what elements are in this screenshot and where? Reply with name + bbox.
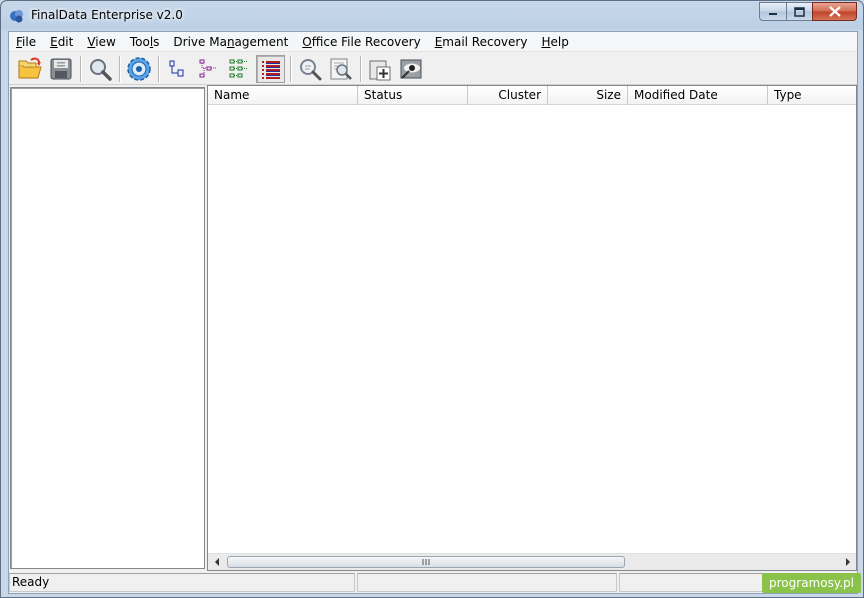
search-file-icon xyxy=(299,58,321,80)
open-folder-icon xyxy=(18,57,42,78)
column-header-modified-date[interactable]: Modified Date xyxy=(628,86,768,105)
column-header-type[interactable]: Type xyxy=(768,86,856,105)
chevron-right-icon xyxy=(845,558,850,566)
find-icon xyxy=(89,58,112,81)
list-header: Name Status Cluster Size Modified Date T… xyxy=(208,86,856,105)
menu-edit[interactable]: Edit xyxy=(43,33,80,51)
preview-icon xyxy=(400,59,421,79)
status-bar: Ready xyxy=(9,572,857,593)
settings-button[interactable] xyxy=(124,55,153,83)
toolbar-separator xyxy=(80,55,82,82)
menu-office-file-recovery[interactable]: Office File Recovery xyxy=(295,33,427,51)
toolbar xyxy=(9,53,857,85)
add-drive-button[interactable] xyxy=(365,55,394,83)
column-header-size[interactable]: Size xyxy=(548,86,628,105)
view-tree-large-button[interactable] xyxy=(225,55,254,83)
view-details-icon xyxy=(261,60,280,79)
view-tree-small-icon xyxy=(169,60,183,76)
app-window: FinalData Enterprise v2.0 File Edit View… xyxy=(0,0,864,598)
menu-drive-management[interactable]: Drive Management xyxy=(166,33,295,51)
settings-gear-icon xyxy=(126,56,151,81)
find-button[interactable] xyxy=(85,55,114,83)
maximize-icon xyxy=(794,6,805,17)
view-details-button[interactable] xyxy=(256,54,285,83)
column-header-cluster[interactable]: Cluster xyxy=(468,86,548,105)
toolbar-separator xyxy=(360,55,362,82)
grip-icon xyxy=(422,559,429,565)
scrollbar-thumb[interactable] xyxy=(227,556,625,568)
folder-tree-pane[interactable] xyxy=(10,87,205,569)
save-button[interactable] xyxy=(46,55,75,83)
maximize-button[interactable] xyxy=(786,2,812,21)
view-tree-medium-icon xyxy=(199,59,217,77)
chevron-left-icon xyxy=(214,558,219,566)
scroll-right-button[interactable] xyxy=(839,554,856,570)
toolbar-separator xyxy=(290,55,292,82)
search-file-button[interactable] xyxy=(295,55,324,83)
column-header-status[interactable]: Status xyxy=(358,86,468,105)
toolbar-separator xyxy=(158,55,160,82)
minimize-button[interactable] xyxy=(759,2,786,21)
status-text: Ready xyxy=(9,573,355,592)
minimize-icon xyxy=(769,12,777,15)
open-button[interactable] xyxy=(15,55,44,83)
menu-file[interactable]: File xyxy=(9,33,43,51)
add-drive-icon xyxy=(369,60,390,80)
status-panel-2 xyxy=(357,573,617,592)
search-advanced-icon xyxy=(330,58,352,80)
view-tree-large-icon xyxy=(229,59,248,77)
preview-button[interactable] xyxy=(396,55,425,83)
menu-view[interactable]: View xyxy=(80,33,122,51)
title-bar[interactable]: FinalData Enterprise v2.0 xyxy=(1,1,863,29)
horizontal-scrollbar[interactable] xyxy=(208,553,856,570)
window-title: FinalData Enterprise v2.0 xyxy=(31,8,183,22)
save-icon xyxy=(50,58,71,79)
watermark-badge: programosy.pl xyxy=(762,573,861,593)
app-icon xyxy=(10,10,23,23)
menu-bar: File Edit View Tools Drive Management Of… xyxy=(9,32,857,52)
view-tree-small-button[interactable] xyxy=(163,55,192,83)
close-icon xyxy=(828,6,841,17)
search-advanced-button[interactable] xyxy=(326,55,355,83)
scroll-left-button[interactable] xyxy=(208,554,225,570)
client-area: File Edit View Tools Drive Management Of… xyxy=(8,31,858,594)
menu-email-recovery[interactable]: Email Recovery xyxy=(428,33,535,51)
column-header-name[interactable]: Name xyxy=(208,86,358,105)
file-list-pane[interactable]: Name Status Cluster Size Modified Date T… xyxy=(207,85,857,571)
close-button[interactable] xyxy=(812,2,857,21)
menu-tools[interactable]: Tools xyxy=(123,33,167,51)
view-tree-medium-button[interactable] xyxy=(194,55,223,83)
menu-help[interactable]: Help xyxy=(534,33,575,51)
toolbar-separator xyxy=(119,55,121,82)
